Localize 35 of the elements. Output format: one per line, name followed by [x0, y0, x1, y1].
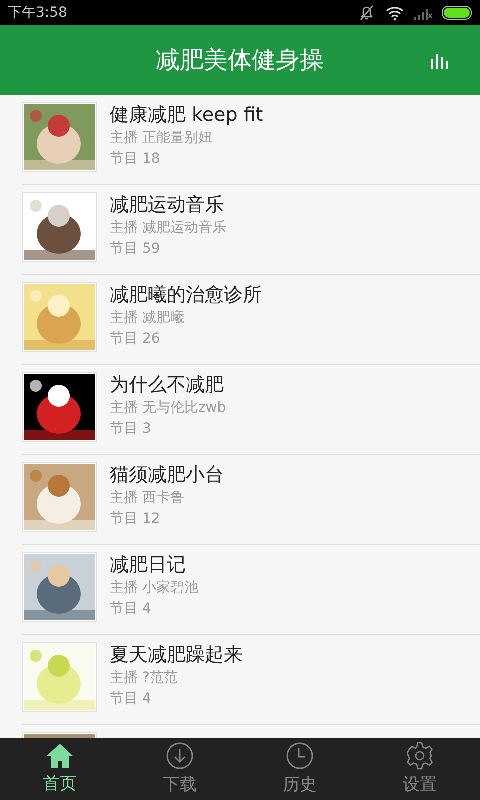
host-name: 主播 无与伦比zwb: [110, 399, 226, 418]
episode-count: 节目 4: [110, 600, 152, 619]
program-title[interactable]: 减肥曦的治愈诊所: [110, 282, 262, 308]
host-name: 主播 减肥曦: [110, 309, 186, 328]
download-icon: [166, 742, 194, 770]
equalizer-icon[interactable]: [430, 51, 450, 69]
status-time: 下午3:58: [8, 4, 68, 22]
episode-count: 节目 4: [110, 690, 152, 709]
page-title: 减肥美体健身操: [156, 45, 324, 76]
battery-icon: [442, 6, 472, 20]
tab[interactable]: 设置: [360, 738, 480, 800]
program-title[interactable]: 夏天减肥躁起来: [110, 642, 243, 668]
tab[interactable]: 首页: [0, 738, 120, 800]
settings-icon: [406, 742, 434, 770]
host-name: 主播 正能量别妞: [110, 129, 214, 148]
program-title[interactable]: 为什么不减肥: [110, 372, 226, 398]
clock-icon: [286, 742, 314, 770]
program-title[interactable]: 减肥运动音乐: [110, 192, 226, 218]
tab[interactable]: 历史: [240, 738, 360, 800]
program-title[interactable]: 健康减肥 keep fit: [110, 102, 264, 128]
tab[interactable]: 下载: [120, 738, 240, 800]
wifi-icon: [386, 4, 404, 20]
episode-count: 节目 12: [110, 510, 162, 529]
home-icon: [46, 743, 74, 769]
host-name: 主播 西卡鲁: [110, 489, 186, 508]
host-name: 主播 减肥运动音乐: [110, 219, 226, 238]
mute-bell-icon: [358, 4, 376, 22]
program-title[interactable]: 猫须减肥小台: [110, 462, 224, 488]
episode-count: 节目 59: [110, 240, 162, 259]
episode-count: 节目 3: [110, 420, 152, 439]
program-title[interactable]: 减肥日记: [110, 552, 198, 578]
host-name: 主播 小家碧池: [110, 579, 198, 598]
host-name: 主播 ?范范: [110, 669, 179, 688]
episode-count: 节目 18: [110, 150, 162, 169]
episode-count: 节目 26: [110, 330, 162, 349]
